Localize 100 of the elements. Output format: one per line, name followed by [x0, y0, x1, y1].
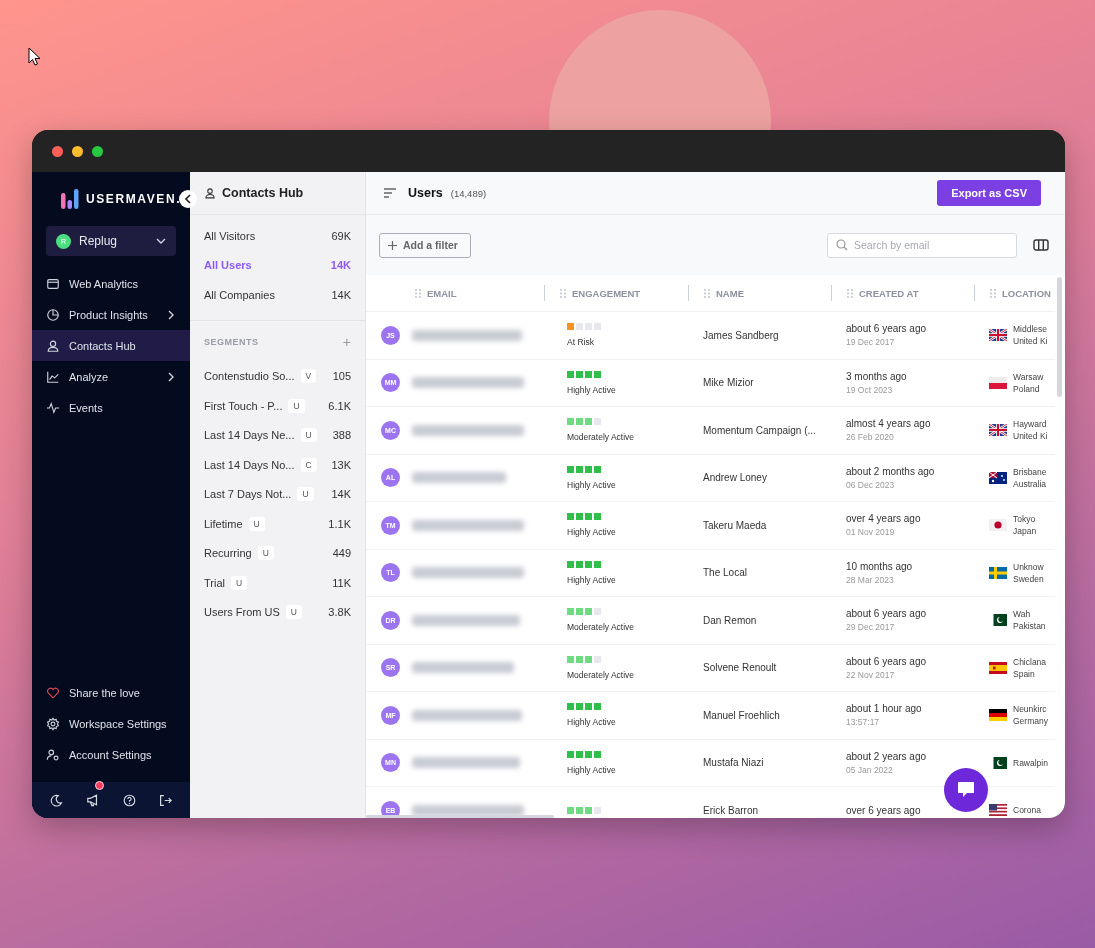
nav-item[interactable]: Events [32, 392, 190, 423]
location-country: United Ki [1013, 430, 1048, 443]
flag-icon [989, 709, 1007, 722]
heart-icon [46, 685, 60, 700]
flag-icon [989, 756, 1007, 769]
segment-type-badge: C [300, 457, 317, 472]
plus-icon [388, 241, 397, 250]
segment-item[interactable]: Trial U 11K [190, 568, 365, 598]
location-country: Germany [1013, 715, 1048, 728]
segment-type-badge: U [297, 487, 314, 502]
drag-handle-icon[interactable] [990, 288, 996, 298]
segment-type-badge: V [300, 369, 317, 384]
panel-title: Contacts Hub [222, 186, 304, 200]
created-date: 26 Feb 2020 [846, 432, 894, 443]
created-relative: 3 months ago [846, 370, 907, 382]
flag-icon [989, 329, 1007, 342]
segment-item[interactable]: Users From US U 3.8K [190, 597, 365, 627]
logout-icon[interactable] [159, 793, 173, 807]
location-city: Corona [1013, 804, 1041, 817]
user-name: Manuel Froehlich [703, 709, 780, 721]
created-relative: over 6 years ago [846, 804, 921, 816]
mouse-cursor-icon [28, 47, 41, 66]
created-relative: about 2 years ago [846, 750, 927, 762]
contact-view-item[interactable]: All Companies 14K [190, 280, 365, 310]
browser-window-icon [46, 276, 60, 291]
segment-item[interactable]: Last 7 Days Not... U 14K [190, 479, 365, 509]
flag-icon [989, 424, 1007, 437]
scrollbar-thumb[interactable] [366, 815, 554, 818]
maximize-window-button[interactable] [92, 145, 103, 157]
location-city: Wah [1013, 608, 1031, 621]
add-filter-button[interactable]: Add a filter [379, 232, 471, 258]
user-name: James Sandberg [703, 329, 779, 341]
nav-item[interactable]: Web Analytics [32, 268, 190, 299]
segment-item[interactable]: Last 14 Days No... C 13K [190, 450, 365, 480]
scrollbar-thumb[interactable] [1057, 277, 1062, 397]
user-name: Andrew Loney [703, 472, 767, 484]
megaphone-icon[interactable] [85, 793, 100, 807]
created-relative: about 6 years ago [846, 608, 927, 620]
segment-type-badge: U [248, 516, 265, 531]
help-icon[interactable] [123, 793, 137, 807]
segment-item[interactable]: Contenstudio So... V 105 [190, 361, 365, 391]
nav-item[interactable]: Analyze [32, 361, 190, 392]
nav-item[interactable]: Product Insights [32, 299, 190, 330]
contact-view-item[interactable]: All Users 14K [190, 250, 365, 280]
created-date: 19 Dec 2017 [846, 337, 895, 348]
location-country: United Ki [1013, 335, 1048, 348]
flag-icon [989, 519, 1007, 532]
flag-icon [989, 376, 1007, 389]
created-date: 06 Dec 2023 [846, 479, 895, 490]
user-name: The Local [703, 567, 747, 579]
created-relative: about 6 years ago [846, 323, 927, 335]
close-window-button[interactable] [52, 145, 63, 157]
user-count: (14,489) [450, 187, 487, 199]
created-relative: almost 4 years ago [846, 418, 931, 430]
segment-item[interactable]: Lifetime U 1.1K [190, 509, 365, 539]
sort-icon[interactable] [384, 188, 396, 198]
flag-icon [989, 471, 1007, 484]
engagement-label: Highly Active [567, 384, 616, 395]
contact-view-item[interactable]: All Visitors 69K [190, 221, 365, 251]
gear-icon [46, 716, 60, 731]
nav-item[interactable]: Account Settings [32, 739, 190, 770]
drag-handle-icon[interactable] [415, 288, 421, 298]
segment-type-badge: U [231, 575, 248, 590]
nav-item[interactable]: Share the love [32, 677, 190, 708]
location-country: Sweden [1013, 572, 1044, 585]
segment-item[interactable]: First Touch - P... U 6.1K [190, 391, 365, 421]
user-gear-icon [46, 747, 60, 762]
created-date: 22 Nov 2017 [846, 669, 895, 680]
segment-item[interactable]: Recurring U 449 [190, 538, 365, 568]
nav-item[interactable]: Workspace Settings [32, 708, 190, 739]
minimize-window-button[interactable] [72, 145, 83, 157]
location-city: Rawalpin [1013, 756, 1048, 769]
drag-handle-icon[interactable] [560, 288, 566, 298]
created-relative: about 1 hour ago [846, 703, 922, 715]
created-date: 28 Mar 2023 [846, 574, 894, 585]
drag-handle-icon[interactable] [704, 288, 710, 298]
nav-item[interactable]: Contacts Hub [32, 330, 190, 361]
person-icon [204, 187, 216, 199]
columns-icon[interactable] [1033, 239, 1049, 251]
segment-item[interactable]: Last 14 Days Ne... U 388 [190, 420, 365, 450]
export-csv-button[interactable]: Export as CSV [937, 180, 1041, 206]
moon-icon[interactable] [49, 793, 63, 807]
pie-chart-icon [46, 307, 60, 322]
created-date: 19 Oct 2023 [846, 384, 893, 395]
segment-type-badge: U [285, 605, 302, 620]
drag-handle-icon[interactable] [847, 288, 853, 298]
segments-heading: SEGMENTS [204, 336, 259, 347]
segment-type-badge: U [257, 546, 274, 561]
location-city: Brisbane [1013, 465, 1047, 478]
engagement-label: Moderately Active [567, 622, 635, 633]
user-name: Solvene Renoult [703, 662, 777, 674]
created-relative: over 4 years ago [846, 513, 921, 525]
search-icon [836, 239, 848, 251]
location-city: Middlese [1013, 323, 1048, 336]
location-city: Hayward [1013, 418, 1047, 431]
engagement-label: Highly Active [567, 574, 616, 585]
search-field[interactable]: Search by email [827, 232, 1017, 258]
location-city: Tokyo [1013, 513, 1036, 526]
location-country: Australia [1013, 477, 1047, 490]
location-city: Unknow [1013, 560, 1044, 573]
